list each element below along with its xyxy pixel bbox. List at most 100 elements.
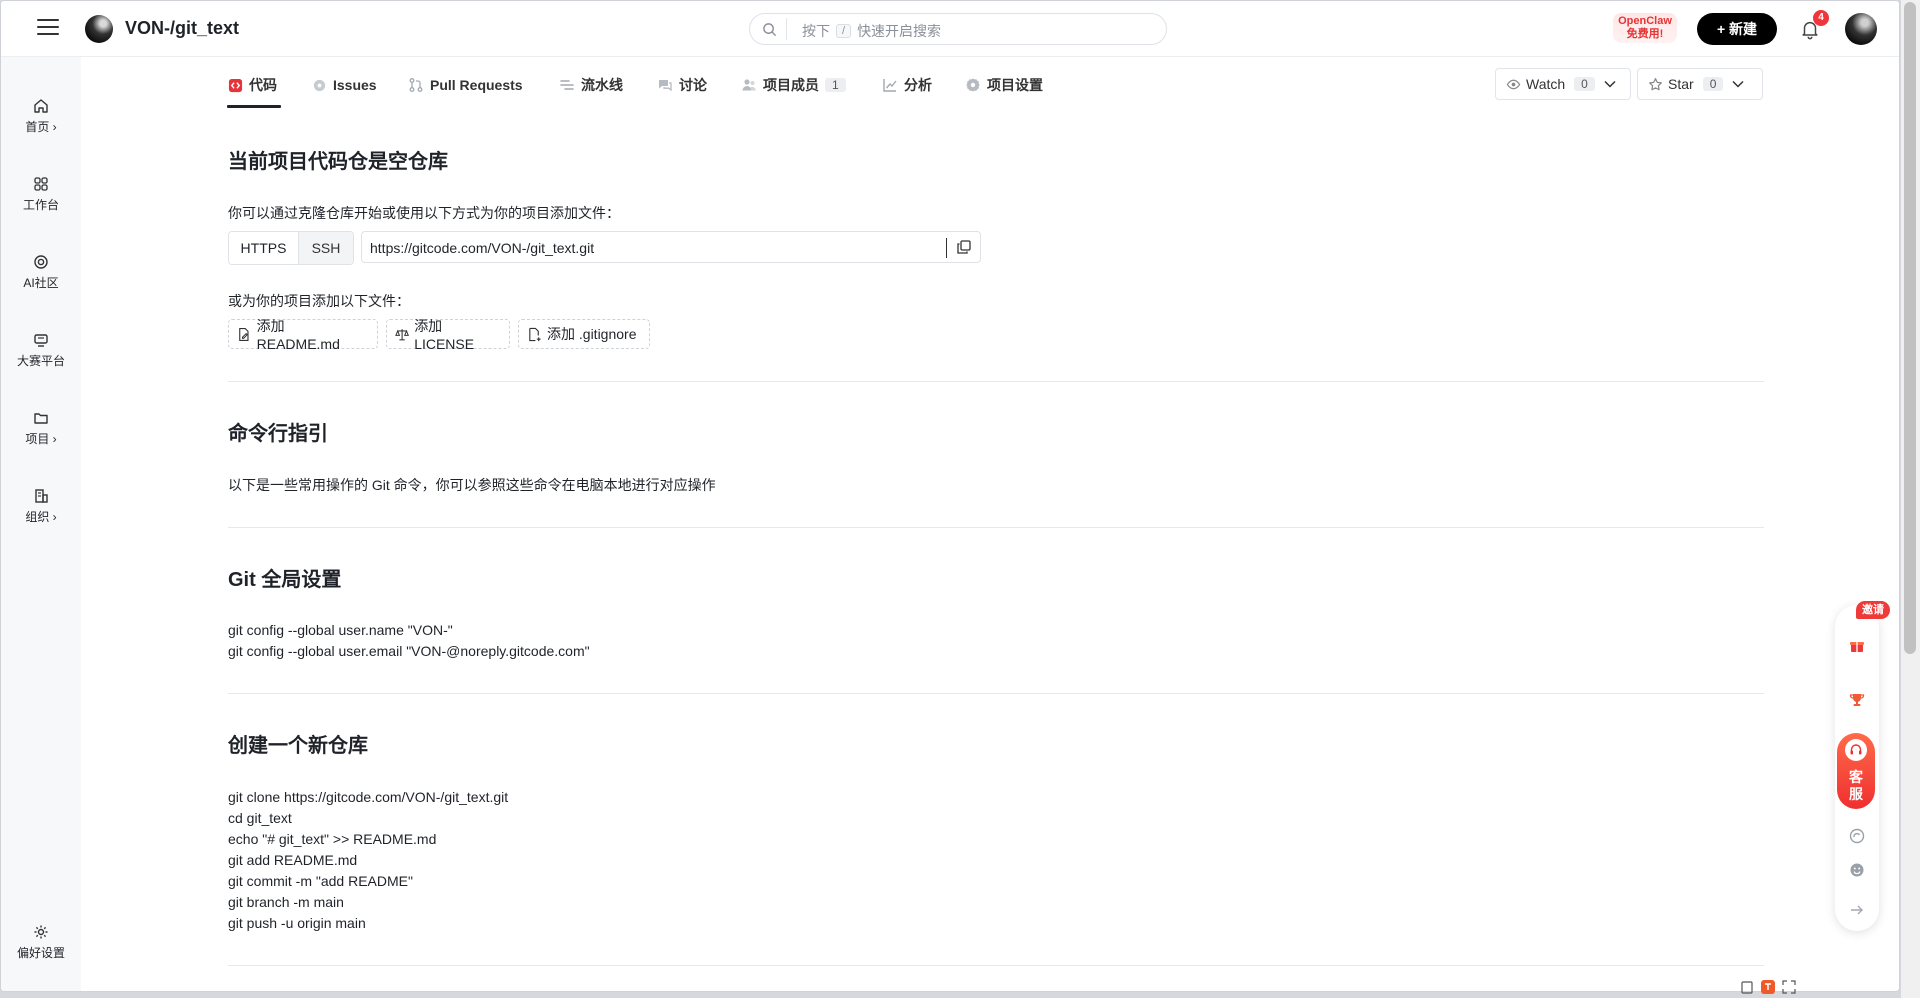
tab-discussion[interactable]: 讨论: [657, 75, 707, 95]
command-line: echo "# git_text" >> README.md: [228, 831, 437, 847]
add-gitignore-button[interactable]: 添加 .gitignore: [518, 319, 650, 349]
sidebar-item-ai-community[interactable]: AI社区: [1, 253, 81, 291]
new-button[interactable]: + 新建: [1697, 13, 1777, 45]
issue-icon: [313, 79, 326, 91]
menu-icon[interactable]: [37, 19, 59, 37]
git-global-commands: git config --global user.name "VON-" git…: [228, 620, 590, 662]
add-readme-button[interactable]: 添加 README.md: [228, 318, 378, 352]
sidebar-item-workbench[interactable]: 工作台: [1, 175, 81, 213]
home-icon: [34, 99, 48, 113]
arrow-right-icon: [1851, 905, 1863, 915]
watch-button[interactable]: Watch 0: [1495, 68, 1631, 100]
user-avatar[interactable]: [1845, 13, 1877, 45]
command-line: git add README.md: [228, 852, 358, 868]
divider: [228, 693, 1764, 694]
trophy-icon: [1849, 694, 1865, 706]
divider: [228, 381, 1764, 382]
protocol-https-tab[interactable]: HTTPS: [229, 232, 299, 264]
system-tray: [1740, 978, 1820, 996]
add-files-hint: 或为你的项目添加以下文件：: [228, 293, 410, 309]
add-license-button[interactable]: 添加 LICENSE: [386, 318, 510, 352]
cli-guide-title: 命令行指引: [228, 423, 328, 445]
protocol-toggle: HTTPS SSH: [228, 231, 354, 265]
members-icon: [742, 79, 756, 91]
star-icon: [1649, 77, 1662, 90]
ai-icon: [34, 255, 48, 269]
openclaw-promo[interactable]: OpenClaw 免费用!: [1613, 13, 1677, 43]
divider: [228, 527, 1764, 528]
gift-icon: [1850, 642, 1864, 652]
tab-project-settings[interactable]: 项目设置: [965, 75, 1043, 95]
tab-members[interactable]: 项目成员 1: [741, 75, 846, 95]
watch-count: 0: [1574, 77, 1595, 91]
star-count: 0: [1702, 77, 1724, 91]
sidebar: 首页 › 工作台 AI社区 大赛平台 项目 › 组织 › 偏好设置: [1, 57, 81, 991]
pipeline-icon: [560, 80, 574, 90]
new-repo-commands: git clone https://gitcode.com/VON-/git_t…: [228, 787, 508, 934]
scale-icon: [395, 328, 410, 340]
customer-service-button[interactable]: 客 服: [1837, 733, 1875, 809]
scrollbar-thumb[interactable]: [1904, 2, 1916, 654]
clone-url-input[interactable]: [370, 237, 930, 259]
git-global-title: Git 全局设置: [228, 569, 342, 591]
chevron-down-icon: [1604, 80, 1616, 88]
ai-icon: [1849, 828, 1865, 844]
collapse-toolbar-button[interactable]: [1835, 893, 1879, 927]
notification-badge: 4: [1813, 10, 1829, 26]
empty-repo-title: 当前项目代码仓是空仓库: [228, 151, 448, 173]
ime-icon[interactable]: [1760, 979, 1776, 995]
repo-title[interactable]: VON-/git_text: [125, 18, 239, 39]
file-plus-icon: [529, 327, 541, 341]
star-button[interactable]: Star 0: [1637, 68, 1763, 100]
tab-issues[interactable]: Issues: [312, 75, 377, 95]
search-shortcut-key: /: [836, 24, 852, 38]
search-box[interactable]: 按下 / 快速开启搜索: [749, 13, 1167, 45]
protocol-ssh-tab[interactable]: SSH: [299, 232, 353, 264]
tab-pull-requests[interactable]: Pull Requests: [408, 75, 523, 95]
sidebar-item-preferences[interactable]: 偏好设置: [1, 923, 81, 961]
clone-url-box: [361, 231, 981, 263]
analytics-icon: [883, 79, 897, 92]
command-line: git push -u origin main: [228, 915, 366, 931]
invite-button[interactable]: [1835, 629, 1879, 663]
folder-icon: [34, 413, 48, 424]
sidebar-item-competition[interactable]: 大赛平台: [1, 331, 81, 369]
sidebar-item-projects[interactable]: 项目 ›: [1, 409, 81, 447]
search-icon: [763, 23, 777, 37]
feedback-button[interactable]: [1835, 853, 1879, 887]
settings-icon: [966, 78, 980, 92]
pull-request-icon: [409, 78, 423, 92]
tab-code[interactable]: 代码: [228, 75, 277, 95]
discussion-icon: [659, 80, 672, 92]
command-line: git commit -m "add README": [228, 873, 413, 889]
members-count-badge: 1: [825, 78, 846, 92]
invite-tag[interactable]: 邀请: [1856, 601, 1890, 619]
command-line: git config --global user.name "VON-": [228, 622, 453, 638]
new-repo-title: 创建一个新仓库: [228, 735, 368, 757]
top-bar: VON-/git_text 按下 / 快速开启搜索 OpenClaw 免费用! …: [1, 1, 1899, 57]
page: VON-/git_text 按下 / 快速开启搜索 OpenClaw 免费用! …: [0, 0, 1900, 992]
file-edit-icon: [239, 327, 249, 341]
clipboard-icon[interactable]: [1740, 980, 1754, 994]
rewards-button[interactable]: [1835, 683, 1879, 717]
command-line: cd git_text: [228, 810, 292, 826]
community-button[interactable]: [1835, 819, 1879, 853]
chevron-down-icon: [1732, 80, 1744, 88]
command-line: git branch -m main: [228, 894, 344, 910]
copy-icon[interactable]: [956, 239, 972, 255]
divider: [228, 965, 1764, 966]
sidebar-item-organizations[interactable]: 组织 ›: [1, 487, 81, 525]
tab-analytics[interactable]: 分析: [882, 75, 932, 95]
sidebar-item-home[interactable]: 首页 ›: [1, 97, 81, 135]
tab-pipeline[interactable]: 流水线: [559, 75, 623, 95]
cli-guide-description: 以下是一些常用操作的 Git 命令，你可以参照这些命令在电脑本地进行对应操作: [228, 477, 716, 493]
fullscreen-icon[interactable]: [1782, 980, 1796, 994]
building-icon: [35, 489, 48, 503]
headset-icon: [1845, 739, 1867, 761]
gear-icon: [34, 925, 48, 939]
active-tab-indicator: [227, 105, 281, 108]
command-line: git config --global user.email "VON-@nor…: [228, 643, 590, 659]
grid-icon: [34, 177, 48, 191]
repo-avatar[interactable]: [85, 15, 113, 43]
smile-icon: [1850, 863, 1864, 877]
